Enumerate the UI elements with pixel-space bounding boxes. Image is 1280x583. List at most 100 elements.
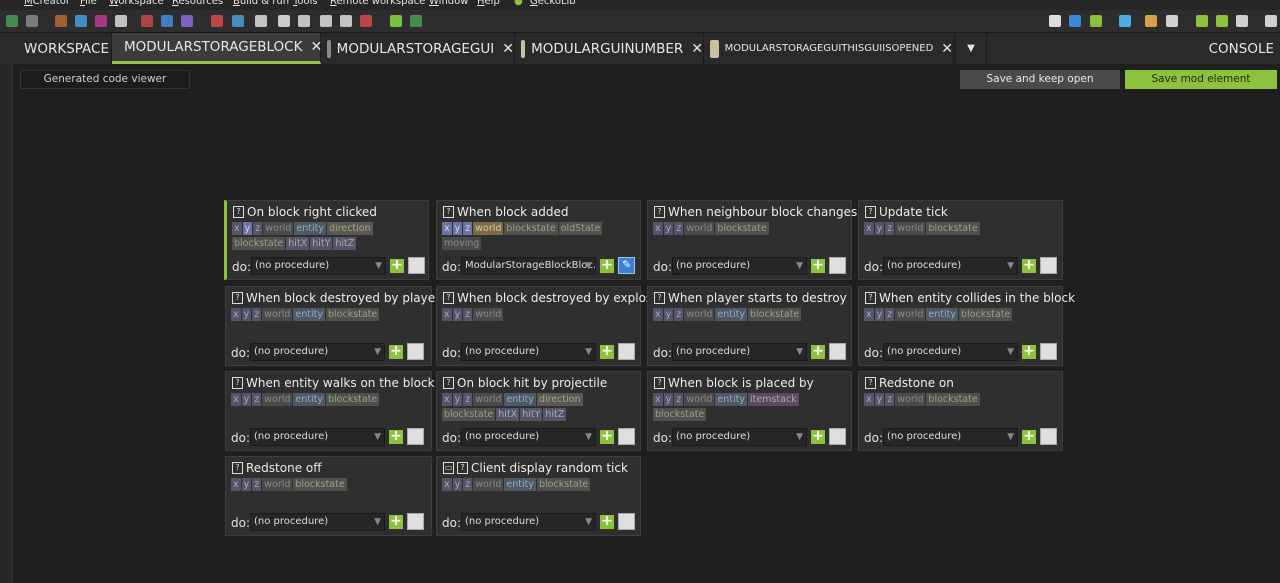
toolbar-icon-17[interactable] xyxy=(390,15,402,27)
tab-modularstoragegui[interactable]: MODULARSTORAGEGUI ✕ xyxy=(321,33,515,64)
procedure-select[interactable]: (no procedure) ▼ xyxy=(251,257,386,275)
toolbar-right-icon-9[interactable] xyxy=(1265,15,1277,27)
help-icon[interactable]: ? xyxy=(233,206,244,218)
add-procedure-button[interactable]: + xyxy=(600,344,614,359)
help-icon[interactable]: ? xyxy=(232,292,243,304)
procedure-preview-button[interactable] xyxy=(618,428,635,445)
add-procedure-button[interactable]: + xyxy=(389,514,403,529)
add-procedure-button[interactable]: + xyxy=(811,344,825,359)
menu-item-window[interactable]: Window xyxy=(429,0,468,7)
procedure-select[interactable]: (no procedure) ▼ xyxy=(883,428,1018,446)
procedure-preview-button[interactable] xyxy=(408,257,425,274)
toolbar-icon-7[interactable] xyxy=(161,15,173,27)
procedure-select[interactable]: (no procedure) ▼ xyxy=(883,343,1018,361)
menu-item-geckolib[interactable]: GeckoLib xyxy=(530,0,576,7)
close-icon[interactable]: ✕ xyxy=(502,41,514,57)
procedure-preview-button[interactable] xyxy=(1040,257,1057,274)
menu-item-build-run[interactable]: Build & run xyxy=(233,0,289,7)
toolbar-icon-5[interactable] xyxy=(115,15,127,27)
procedure-select[interactable]: (no procedure) ▼ xyxy=(250,428,385,446)
toolbar-icon-13[interactable] xyxy=(298,15,310,27)
toolbar-right-icon-6[interactable] xyxy=(1196,15,1208,27)
add-procedure-button[interactable]: + xyxy=(389,344,403,359)
toolbar-right-icon-2[interactable] xyxy=(1090,15,1102,27)
tab-console[interactable]: CONSOLE xyxy=(1190,33,1280,64)
add-procedure-button[interactable]: + xyxy=(390,258,404,273)
toolbar-icon-8[interactable] xyxy=(181,15,193,27)
toolbar-right-icon-7[interactable] xyxy=(1216,15,1228,27)
procedure-preview-button[interactable] xyxy=(1040,343,1057,360)
help-icon[interactable]: ? xyxy=(443,292,454,304)
toolbar-right-icon-1[interactable] xyxy=(1069,15,1081,27)
toolbar-icon-14[interactable] xyxy=(320,15,332,27)
edit-procedure-button[interactable] xyxy=(618,257,635,274)
menu-item-file[interactable]: File xyxy=(80,0,97,7)
toolbar-icon-15[interactable] xyxy=(340,15,352,27)
procedure-select[interactable]: (no procedure) ▼ xyxy=(672,428,807,446)
add-procedure-button[interactable]: + xyxy=(1022,258,1036,273)
toolbar-icon-11[interactable] xyxy=(255,15,267,27)
save-and-keep-open-button[interactable]: Save and keep open xyxy=(960,70,1120,89)
add-procedure-button[interactable]: + xyxy=(811,429,825,444)
tab-modularstorageguithisguiisopened[interactable]: MODULARSTORAGEGUITHISGUIISOPENED ✕ xyxy=(704,33,954,64)
help-icon[interactable]: ? xyxy=(865,292,876,304)
toolbar-right-icon-8[interactable] xyxy=(1236,15,1248,27)
help-icon[interactable]: ? xyxy=(443,377,454,389)
toolbar-right-icon-4[interactable] xyxy=(1145,15,1157,27)
toolbar-icon-3[interactable] xyxy=(75,15,87,27)
toolbar-icon-9[interactable] xyxy=(211,15,223,27)
procedure-preview-button[interactable] xyxy=(829,343,846,360)
help-icon[interactable]: ? xyxy=(457,462,468,474)
toolbar-right-icon-5[interactable] xyxy=(1166,15,1178,27)
toolbar-icon-0[interactable] xyxy=(6,15,18,27)
procedure-select[interactable]: ModularStorageBlockBloc... ▼ xyxy=(461,257,596,275)
help-icon[interactable]: ? xyxy=(865,206,876,218)
toolbar-icon-6[interactable] xyxy=(141,15,153,27)
toolbar-right-icon-0[interactable] xyxy=(1049,15,1061,27)
help-icon[interactable]: ? xyxy=(654,206,665,218)
procedure-preview-button[interactable] xyxy=(1040,428,1057,445)
toolbar-right-icon-3[interactable] xyxy=(1119,15,1131,27)
procedure-preview-button[interactable] xyxy=(407,343,424,360)
add-procedure-button[interactable]: + xyxy=(389,429,403,444)
toolbar-icon-1[interactable] xyxy=(26,15,38,27)
tab-modularstorageblock[interactable]: MODULARSTORAGEBLOCK ✕ xyxy=(112,33,322,64)
monitor-icon[interactable]: ▭ xyxy=(443,462,454,474)
menu-item-remote-workspace[interactable]: Remote workspace xyxy=(330,0,425,7)
add-procedure-button[interactable]: + xyxy=(600,429,614,444)
menu-item-workspace[interactable]: Workspace xyxy=(109,0,164,7)
help-icon[interactable]: ? xyxy=(865,377,876,389)
add-procedure-button[interactable]: + xyxy=(600,258,614,273)
help-icon[interactable]: ? xyxy=(443,206,454,218)
toolbar-icon-2[interactable] xyxy=(55,15,67,27)
menu-item-help[interactable]: Help xyxy=(477,0,500,7)
toolbar-icon-16[interactable] xyxy=(360,15,372,27)
procedure-select[interactable]: (no procedure) ▼ xyxy=(250,343,385,361)
procedure-preview-button[interactable] xyxy=(407,513,424,530)
help-icon[interactable]: ? xyxy=(654,292,665,304)
procedure-select[interactable]: (no procedure) ▼ xyxy=(672,257,807,275)
help-icon[interactable]: ? xyxy=(232,377,243,389)
procedure-select[interactable]: (no procedure) ▼ xyxy=(672,343,807,361)
procedure-preview-button[interactable] xyxy=(407,428,424,445)
procedure-preview-button[interactable] xyxy=(618,343,635,360)
save-mod-element-button[interactable]: Save mod element xyxy=(1125,70,1277,89)
add-procedure-button[interactable]: + xyxy=(600,514,614,529)
menu-item-mcreator[interactable]: MCreator xyxy=(24,0,70,7)
toolbar-icon-4[interactable] xyxy=(95,15,107,27)
toolbar-icon-10[interactable] xyxy=(232,15,244,27)
procedure-preview-button[interactable] xyxy=(829,428,846,445)
close-icon[interactable]: ✕ xyxy=(691,41,703,57)
procedure-select[interactable]: (no procedure) ▼ xyxy=(461,343,596,361)
close-icon[interactable]: ✕ xyxy=(941,41,953,57)
add-procedure-button[interactable]: + xyxy=(1022,344,1036,359)
toolbar-icon-12[interactable] xyxy=(278,15,290,27)
add-procedure-button[interactable]: + xyxy=(1022,429,1036,444)
procedure-select[interactable]: (no procedure) ▼ xyxy=(250,513,385,531)
procedure-select[interactable]: (no procedure) ▼ xyxy=(461,513,596,531)
tab-dropdown-button[interactable]: ▼ xyxy=(955,33,987,64)
add-procedure-button[interactable]: + xyxy=(811,258,825,273)
procedure-select[interactable]: (no procedure) ▼ xyxy=(883,257,1018,275)
help-icon[interactable]: ? xyxy=(232,462,243,474)
generated-code-viewer-button[interactable]: Generated code viewer xyxy=(20,70,190,89)
